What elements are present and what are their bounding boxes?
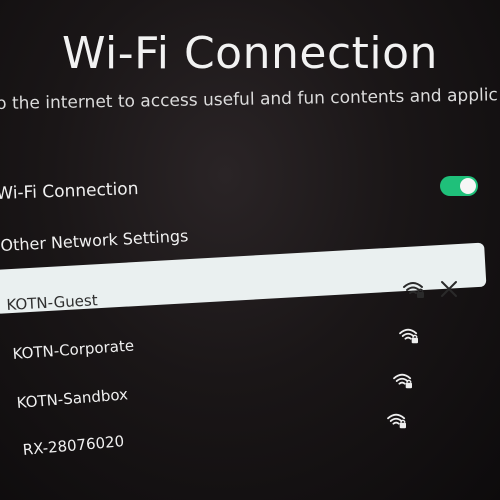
close-icon[interactable] — [440, 280, 458, 298]
other-network-settings-row[interactable]: Other Network Settings — [0, 226, 189, 255]
page-subtitle: o the internet to access useful and fun … — [0, 85, 498, 114]
wifi-lock-icon — [399, 328, 418, 344]
tv-settings-screen: Wi-Fi Connection o the internet to acces… — [0, 0, 500, 500]
wifi-lock-icon — [387, 413, 406, 429]
wifi-lock-icon — [393, 373, 412, 389]
page-title: Wi-Fi Connection — [62, 28, 438, 79]
wifi-connection-toggle[interactable] — [440, 176, 478, 196]
wifi-lock-icon — [403, 282, 424, 298]
network-item-kotn-corporate[interactable]: KOTN-Corporate — [12, 337, 135, 363]
network-item-rx-28076020[interactable]: RX-28076020 — [22, 432, 125, 459]
wifi-connection-row[interactable]: Wi-Fi Connection — [0, 179, 139, 204]
network-item-kotn-guest[interactable]: KOTN-Guest — [6, 291, 98, 314]
network-item-kotn-sandbox[interactable]: KOTN-Sandbox — [16, 385, 129, 412]
toggle-knob — [460, 178, 476, 194]
